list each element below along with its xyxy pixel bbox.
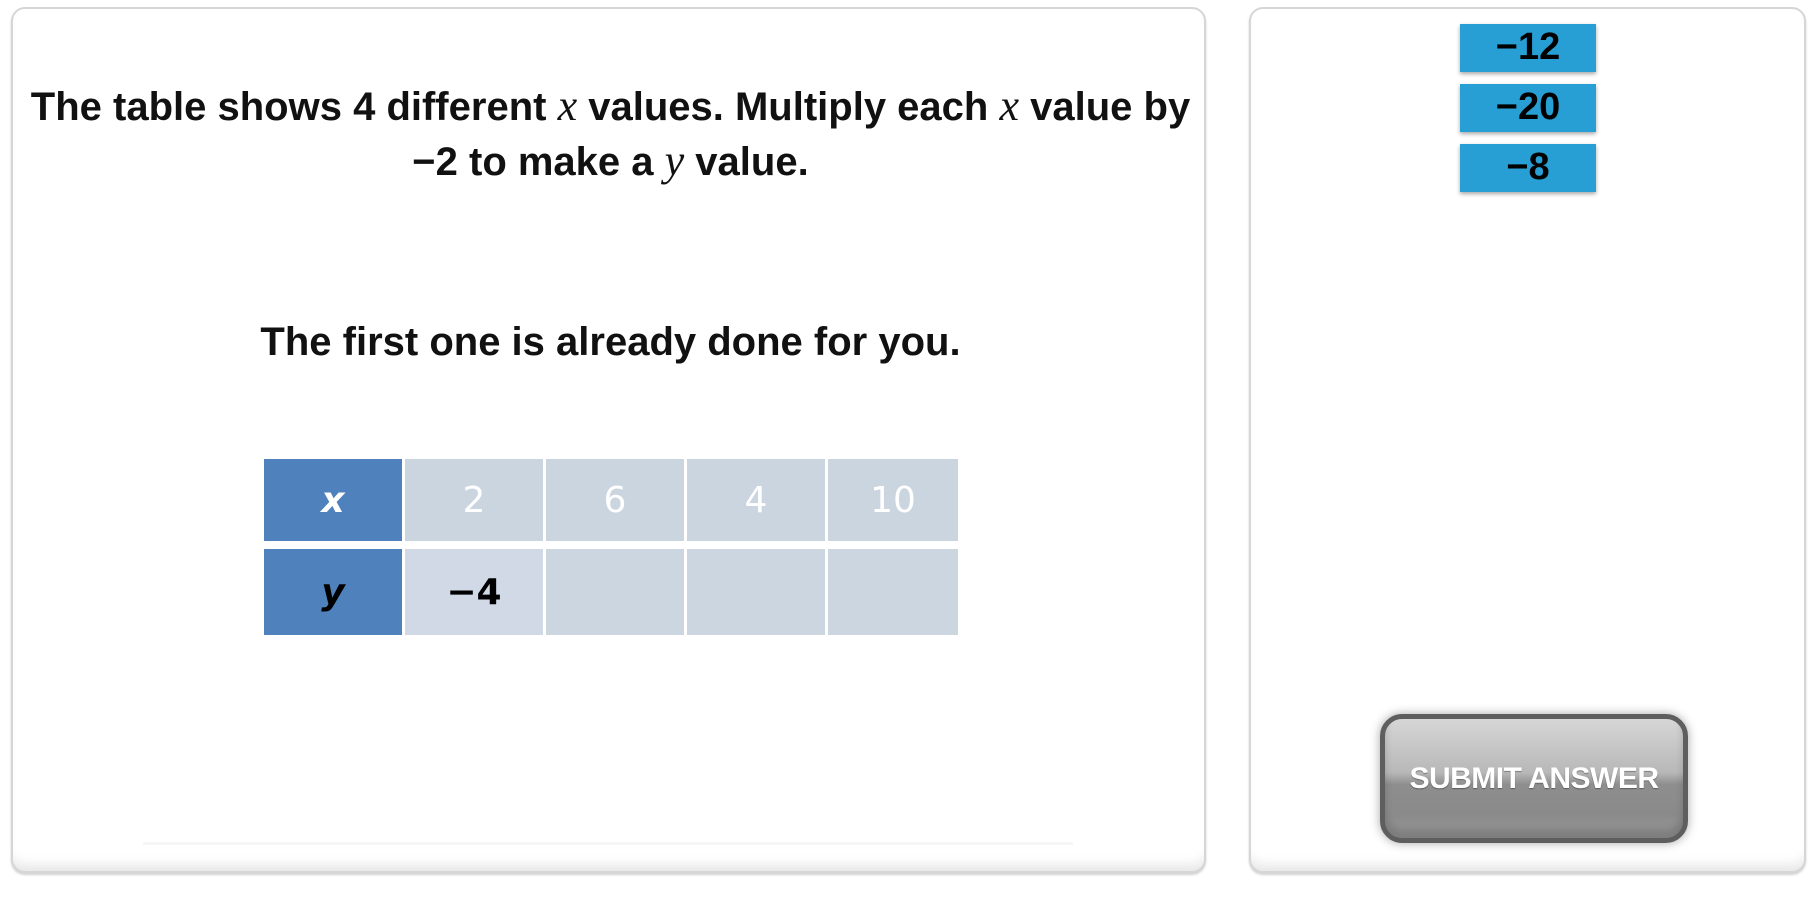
instruction-text: The table shows 4 different x values. Mu… bbox=[13, 79, 1208, 189]
y-row: y −4 bbox=[264, 549, 958, 635]
hint-text: The first one is already done for you. bbox=[260, 320, 961, 364]
instruction-part: value. bbox=[684, 140, 809, 184]
instruction-part: values. Multiply each bbox=[577, 85, 1000, 129]
row-gap bbox=[264, 541, 958, 549]
instruction-part: The table shows 4 different bbox=[30, 85, 558, 129]
submit-answer-button[interactable]: SUBMIT ANSWER bbox=[1380, 714, 1688, 843]
variable-x: x bbox=[557, 81, 578, 130]
y-drop-target[interactable] bbox=[546, 549, 684, 635]
x-value-cell: 4 bbox=[687, 459, 825, 541]
y-drop-target[interactable] bbox=[687, 549, 825, 635]
answer-tile[interactable]: −12 bbox=[1460, 24, 1596, 72]
question-panel: The table shows 4 different x values. Mu… bbox=[11, 7, 1206, 873]
y-value-cell: −4 bbox=[405, 549, 543, 635]
y-header: y bbox=[264, 549, 402, 635]
x-value-cell: 2 bbox=[405, 459, 543, 541]
variable-y: y bbox=[664, 136, 685, 185]
x-header: x bbox=[264, 459, 402, 541]
answer-tile[interactable]: −20 bbox=[1460, 84, 1596, 132]
divider bbox=[143, 842, 1073, 845]
xy-table: x 2 6 4 10 y −4 bbox=[261, 459, 961, 635]
y-drop-target[interactable] bbox=[828, 549, 958, 635]
x-value-cell: 10 bbox=[828, 459, 958, 541]
variable-x: x bbox=[999, 81, 1019, 130]
x-value-cell: 6 bbox=[546, 459, 684, 541]
x-row: x 2 6 4 10 bbox=[264, 459, 958, 541]
answer-tile[interactable]: −8 bbox=[1460, 144, 1596, 192]
